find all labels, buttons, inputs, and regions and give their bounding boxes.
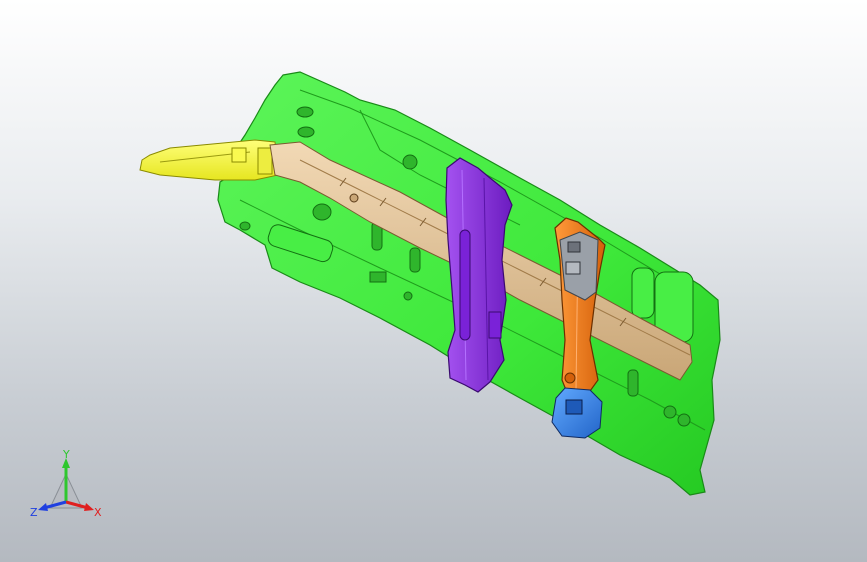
front-extension-part[interactable] bbox=[139, 139, 279, 181]
z-axis-arrow-icon bbox=[38, 503, 48, 511]
cad-assembly-model[interactable] bbox=[0, 0, 867, 562]
x-axis-label: X bbox=[94, 506, 102, 519]
view-orientation-triad: Y X Z bbox=[30, 448, 102, 519]
gray-block-part[interactable] bbox=[559, 231, 599, 301]
x-axis-arrow-icon bbox=[84, 503, 94, 511]
purple-clamp-part[interactable] bbox=[445, 157, 513, 393]
z-axis-label: Z bbox=[30, 506, 38, 519]
blue-block-part[interactable] bbox=[551, 387, 603, 439]
graphics-viewport[interactable]: Y X Z bbox=[0, 0, 867, 562]
y-axis-label: Y bbox=[62, 448, 70, 461]
